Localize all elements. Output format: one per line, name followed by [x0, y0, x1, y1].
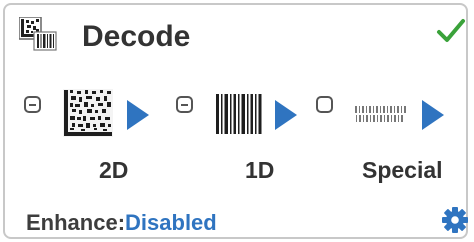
datamatrix-icon — [63, 89, 113, 137]
label-2d: 2D — [99, 157, 129, 183]
enhance-value[interactable]: Disabled — [125, 210, 217, 235]
arrow-right-icon — [275, 100, 297, 130]
enhance-label: Enhance: — [26, 210, 126, 235]
label-1d: 1D — [245, 157, 275, 183]
label-special: Special — [362, 157, 443, 183]
special-code-icon — [355, 106, 406, 122]
barcode-icon — [216, 94, 262, 134]
checkbox-special[interactable] — [316, 96, 333, 113]
arrow-right-icon — [422, 100, 444, 130]
gear-icon[interactable] — [441, 206, 469, 234]
decode-icon — [19, 17, 57, 51]
enhance-status: Enhance:Disabled — [26, 212, 217, 234]
checkbox-1d[interactable] — [176, 96, 193, 113]
checkbox-2d[interactable] — [24, 96, 41, 113]
panel-title: Decode — [82, 20, 191, 53]
decode-panel: Decode 2D 1D Special Enhance:Disabled — [3, 3, 468, 239]
checkmark-icon — [437, 19, 465, 42]
arrow-right-icon — [127, 100, 149, 130]
